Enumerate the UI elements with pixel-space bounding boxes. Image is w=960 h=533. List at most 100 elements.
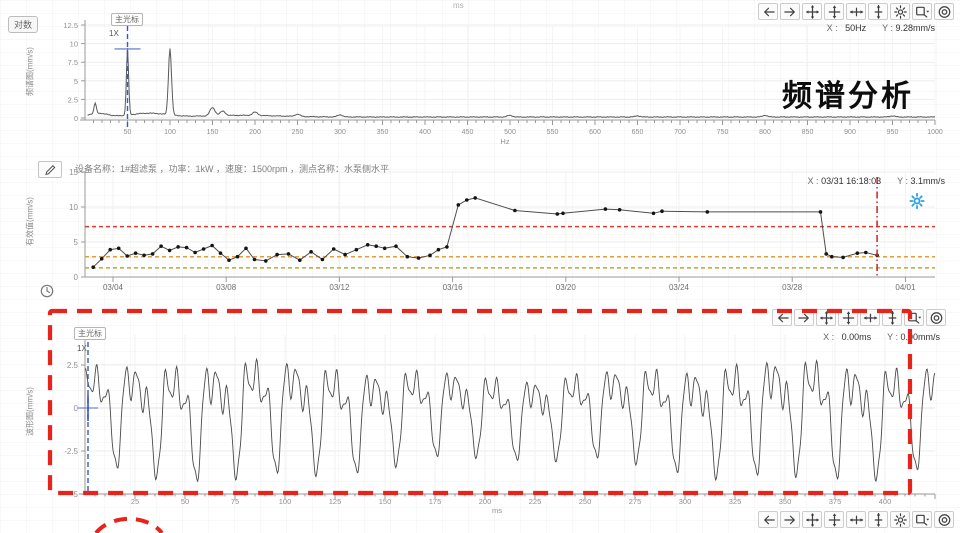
- arrow-left-icon: [775, 310, 790, 326]
- svg-text:75: 75: [231, 497, 239, 506]
- waveform-chart[interactable]: -5-2.502.5255075100125150175200225250275…: [0, 300, 960, 518]
- svg-text:225: 225: [529, 497, 542, 506]
- spectrum-chart[interactable]: 02.557.51012.550100150200250300350400450…: [0, 0, 960, 155]
- svg-text:350: 350: [779, 497, 792, 506]
- svg-text:900: 900: [844, 129, 856, 136]
- svg-text:500: 500: [504, 129, 516, 136]
- pan-move-button[interactable]: [802, 511, 822, 528]
- region-zoom-button[interactable]: [912, 3, 932, 20]
- svg-text:25: 25: [131, 497, 139, 506]
- gear-button[interactable]: [890, 3, 910, 20]
- region-zoom-button[interactable]: [912, 511, 932, 528]
- spectrum-analysis-annotation: 频谱分析: [782, 82, 914, 112]
- pan-move-icon: [819, 310, 834, 326]
- arrow-left-button[interactable]: [758, 511, 778, 528]
- edit-annotation-button[interactable]: [38, 161, 62, 178]
- arrow-right-button[interactable]: [794, 309, 814, 326]
- svg-text:150: 150: [379, 497, 392, 506]
- svg-text:100: 100: [164, 129, 176, 136]
- reset-icon: [929, 310, 944, 326]
- zoom-horizontal-button[interactable]: [846, 511, 866, 528]
- svg-text:50: 50: [181, 497, 189, 506]
- spectrum-y-axis-label: 频谱图(mm/s): [25, 40, 36, 104]
- svg-text:ms: ms: [492, 506, 502, 515]
- gear-button[interactable]: [890, 511, 910, 528]
- waveform-toolbar: [772, 309, 946, 326]
- svg-text:550: 550: [547, 129, 559, 136]
- zoom-vertical-icon: [871, 512, 886, 528]
- svg-text:0: 0: [74, 273, 79, 282]
- zoom-vertical-button[interactable]: [868, 511, 888, 528]
- waveform-cursor-readout: X : 0.00ms Y : 0.00mm/s: [823, 332, 940, 342]
- waveform-y-axis-label: 波形图(mm/s): [25, 380, 36, 444]
- svg-text:03/12: 03/12: [329, 283, 350, 292]
- svg-text:275: 275: [629, 497, 642, 506]
- svg-text:03/08: 03/08: [216, 283, 237, 292]
- spectrum-readout-x-value: 50Hz: [845, 23, 866, 33]
- arrow-left-button[interactable]: [772, 309, 792, 326]
- bottom-panel-toolbar: [758, 511, 954, 528]
- zoom-horizontal-button[interactable]: [860, 309, 880, 326]
- svg-text:Hz: Hz: [500, 137, 509, 146]
- svg-text:300: 300: [334, 129, 346, 136]
- reset-button[interactable]: [934, 3, 954, 20]
- svg-text:03/28: 03/28: [782, 283, 803, 292]
- arrow-right-icon: [783, 4, 798, 20]
- region-zoom-icon: [915, 4, 930, 20]
- svg-text:750: 750: [717, 129, 729, 136]
- svg-text:250: 250: [292, 129, 304, 136]
- vibration-analysis-app: { "page": { "top_axis_unit": "ms" }, "sp…: [0, 0, 960, 533]
- reset-button[interactable]: [934, 511, 954, 528]
- svg-text:03/24: 03/24: [669, 283, 690, 292]
- spectrum-readout-x-label: X :: [827, 23, 838, 33]
- arrow-right-button[interactable]: [780, 3, 800, 20]
- svg-text:800: 800: [759, 129, 771, 136]
- trend-y-axis-label: 有效值(mm/s): [25, 190, 36, 254]
- zoom-horizontal-button[interactable]: [846, 3, 866, 20]
- arrow-right-button[interactable]: [780, 511, 800, 528]
- svg-text:1000: 1000: [927, 129, 943, 136]
- svg-text:200: 200: [479, 497, 492, 506]
- zoom-in-button[interactable]: [838, 309, 858, 326]
- measurement-point-header: 设备名称：1#超滤泵 ，功率：1kW ，速度：1500rpm ，测点名称：水泵侧…: [75, 162, 389, 175]
- spectrum-readout-y-value: 9.28mm/s: [895, 23, 935, 33]
- svg-text:450: 450: [462, 129, 474, 136]
- region-zoom-button[interactable]: [904, 309, 924, 326]
- arrow-right-icon: [783, 512, 798, 528]
- svg-text:7.5: 7.5: [68, 58, 78, 67]
- reset-icon: [937, 512, 952, 528]
- arrow-left-button[interactable]: [758, 3, 778, 20]
- svg-text:-5: -5: [71, 490, 79, 499]
- pan-move-button[interactable]: [802, 3, 822, 20]
- trend-history-button[interactable]: [38, 282, 56, 300]
- waveform-main-cursor-handle[interactable]: 主光标: [74, 327, 106, 340]
- waveform-readout-x-label: X :: [823, 332, 834, 342]
- svg-text:350: 350: [377, 129, 389, 136]
- zoom-in-button[interactable]: [824, 3, 844, 20]
- svg-text:-2.5: -2.5: [64, 447, 78, 456]
- zoom-vertical-icon: [885, 310, 900, 326]
- zoom-horizontal-icon: [849, 4, 864, 20]
- spectrum-main-cursor-handle[interactable]: 主光标: [111, 13, 143, 26]
- pan-move-button[interactable]: [816, 309, 836, 326]
- svg-text:10: 10: [69, 203, 78, 212]
- clock-icon: [40, 284, 54, 298]
- svg-text:03/20: 03/20: [556, 283, 577, 292]
- reset-button[interactable]: [926, 309, 946, 326]
- zoom-in-button[interactable]: [824, 511, 844, 528]
- spectrum-cursor-readout: X : 50Hz Y : 9.28mm/s: [827, 23, 935, 33]
- log-scale-button[interactable]: 对数: [8, 16, 38, 33]
- svg-text:10: 10: [70, 40, 78, 49]
- zoom-vertical-button[interactable]: [882, 309, 902, 326]
- svg-text:100: 100: [279, 497, 292, 506]
- trend-readout-x-label: X :: [808, 176, 819, 186]
- svg-text:03/04: 03/04: [103, 283, 124, 292]
- svg-text:400: 400: [879, 497, 892, 506]
- trend-settings-button[interactable]: [906, 190, 928, 212]
- svg-text:375: 375: [829, 497, 842, 506]
- svg-text:600: 600: [589, 129, 601, 136]
- zoom-vertical-button[interactable]: [868, 3, 888, 20]
- zoom-vertical-icon: [871, 4, 886, 20]
- svg-text:12.5: 12.5: [63, 21, 78, 30]
- arrow-left-icon: [761, 512, 776, 528]
